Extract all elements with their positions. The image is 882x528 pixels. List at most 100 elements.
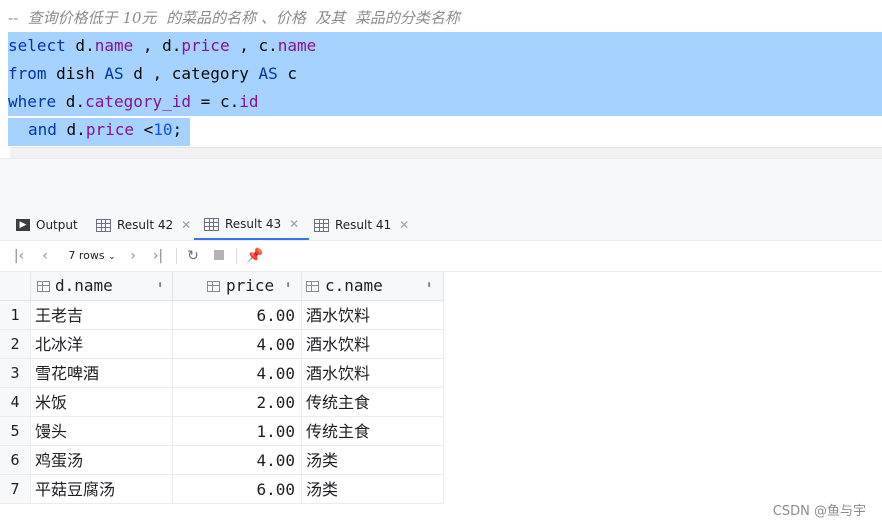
tab-output[interactable]: ▶ Output: [16, 210, 78, 240]
row-number: 7: [0, 475, 31, 504]
code-line-4[interactable]: and d.price <10;: [28, 116, 182, 144]
output-icon: ▶: [16, 219, 30, 231]
column-header-price[interactable]: price ⬍: [173, 272, 302, 301]
column-label: d.name: [55, 276, 113, 295]
keyword: where: [8, 92, 57, 111]
cell-d-name[interactable]: 王老吉: [31, 301, 173, 330]
sql-editor[interactable]: -- 查询价格低于 10元 的菜品的名称 、价格 及其 菜品的分类名称 sele…: [0, 0, 882, 156]
number-literal: 10: [153, 120, 173, 139]
sort-icon[interactable]: ⬍: [426, 272, 432, 300]
last-page-icon[interactable]: ›|: [148, 241, 168, 271]
panel-splitter[interactable]: [0, 158, 882, 212]
cell-price[interactable]: 1.00: [173, 417, 302, 446]
sort-icon[interactable]: ⬍: [285, 272, 291, 300]
field-name: id: [239, 92, 259, 111]
code-text: c: [277, 64, 297, 83]
watermark: CSDN @鱼与宇: [772, 504, 866, 519]
code-text: , d.: [133, 36, 182, 55]
code-line-3[interactable]: where d.category_id = c.id: [8, 88, 258, 116]
next-page-icon[interactable]: ›: [124, 241, 142, 271]
toolbar-divider: [236, 248, 237, 264]
code-text: d.: [56, 120, 86, 139]
tab-label: Result 43: [225, 217, 282, 231]
code-line-2[interactable]: from dish AS d , category AS c: [8, 60, 297, 88]
cell-d-name[interactable]: 鸡蛋汤: [31, 446, 173, 475]
field-name: price: [181, 36, 230, 55]
rows-count-label: 7 rows: [68, 249, 105, 262]
column-label: price: [226, 276, 275, 295]
row-number-header: [0, 272, 31, 301]
tab-label: Result 41: [335, 218, 392, 232]
code-text: , c.: [229, 36, 278, 55]
column-icon: [207, 281, 220, 292]
tab-label: Result 42: [117, 218, 174, 232]
cell-d-name[interactable]: 雪花啤酒: [31, 359, 173, 388]
close-icon[interactable]: ✕: [181, 218, 191, 232]
code-text: <: [133, 120, 154, 139]
pin-icon[interactable]: 📌: [244, 241, 266, 271]
cell-d-name[interactable]: 馒头: [31, 417, 173, 446]
sql-comment: -- 查询价格低于 10元 的菜品的名称 、价格 及其 菜品的分类名称: [8, 9, 460, 27]
cell-c-name[interactable]: 传统主食: [302, 388, 444, 417]
row-number: 1: [0, 301, 31, 330]
cell-c-name[interactable]: 酒水饮料: [302, 359, 444, 388]
column-header-c-name[interactable]: c.name ⬍: [302, 272, 444, 301]
code-text: d.: [65, 36, 95, 55]
close-icon[interactable]: ✕: [399, 218, 409, 232]
cell-price[interactable]: 2.00: [173, 388, 302, 417]
column-icon: [37, 281, 50, 292]
tab-label: Output: [36, 218, 78, 232]
cell-price[interactable]: 4.00: [173, 446, 302, 475]
field-name: name: [277, 36, 317, 55]
keyword: AS: [258, 64, 278, 83]
cell-d-name[interactable]: 米饭: [31, 388, 173, 417]
refresh-icon[interactable]: ↻: [184, 241, 202, 271]
row-number: 6: [0, 446, 31, 475]
first-page-icon[interactable]: |‹: [10, 241, 28, 271]
code-text: = c.: [191, 92, 240, 111]
cell-c-name[interactable]: 汤类: [302, 446, 444, 475]
code-line-1[interactable]: select d.name , d.price , c.name: [8, 32, 316, 60]
code-text: dish: [46, 64, 105, 83]
cell-c-name[interactable]: 酒水饮料: [302, 301, 444, 330]
toolbar-divider: [176, 248, 177, 264]
rows-count-selector[interactable]: 7 rows ⌄: [62, 241, 122, 271]
field-name: price: [85, 120, 134, 139]
keyword: select: [8, 36, 66, 55]
grid-icon: [204, 217, 219, 231]
keyword: AS: [104, 64, 124, 83]
editor-scrollbar-area: [10, 147, 882, 158]
previous-page-icon[interactable]: ‹: [36, 241, 54, 271]
code-text: ;: [172, 120, 183, 139]
column-header-d-name[interactable]: d.name ⬍: [31, 272, 173, 301]
column-label: c.name: [325, 276, 383, 295]
close-icon[interactable]: ✕: [289, 217, 299, 231]
chevron-down-icon: ⌄: [108, 252, 116, 262]
keyword: and: [28, 120, 57, 139]
cell-c-name[interactable]: 汤类: [302, 475, 444, 504]
code-text: d , category: [123, 64, 259, 83]
row-number: 5: [0, 417, 31, 446]
tab-result-43[interactable]: Result 43 ✕: [194, 210, 310, 240]
tab-result-41[interactable]: Result 41 ✕: [314, 210, 409, 240]
code-text: d.: [56, 92, 86, 111]
cell-price[interactable]: 4.00: [173, 359, 302, 388]
cell-d-name[interactable]: 平菇豆腐汤: [31, 475, 173, 504]
results-toolbar: |‹ ‹ 7 rows ⌄ › ›| ↻ 📌: [0, 241, 882, 272]
field-name: category_id: [85, 92, 192, 111]
cell-c-name[interactable]: 传统主食: [302, 417, 444, 446]
row-number: 4: [0, 388, 31, 417]
cell-price[interactable]: 6.00: [173, 301, 302, 330]
tab-result-42[interactable]: Result 42 ✕: [96, 210, 191, 240]
cell-price[interactable]: 6.00: [173, 475, 302, 504]
keyword: from: [8, 64, 47, 83]
stop-icon[interactable]: [210, 241, 228, 271]
cell-price[interactable]: 4.00: [173, 330, 302, 359]
column-icon: [306, 281, 319, 292]
cell-d-name[interactable]: 北冰洋: [31, 330, 173, 359]
cell-c-name[interactable]: 酒水饮料: [302, 330, 444, 359]
row-number: 3: [0, 359, 31, 388]
row-number: 2: [0, 330, 31, 359]
grid-icon: [314, 218, 329, 232]
sort-icon[interactable]: ⬍: [157, 272, 163, 300]
